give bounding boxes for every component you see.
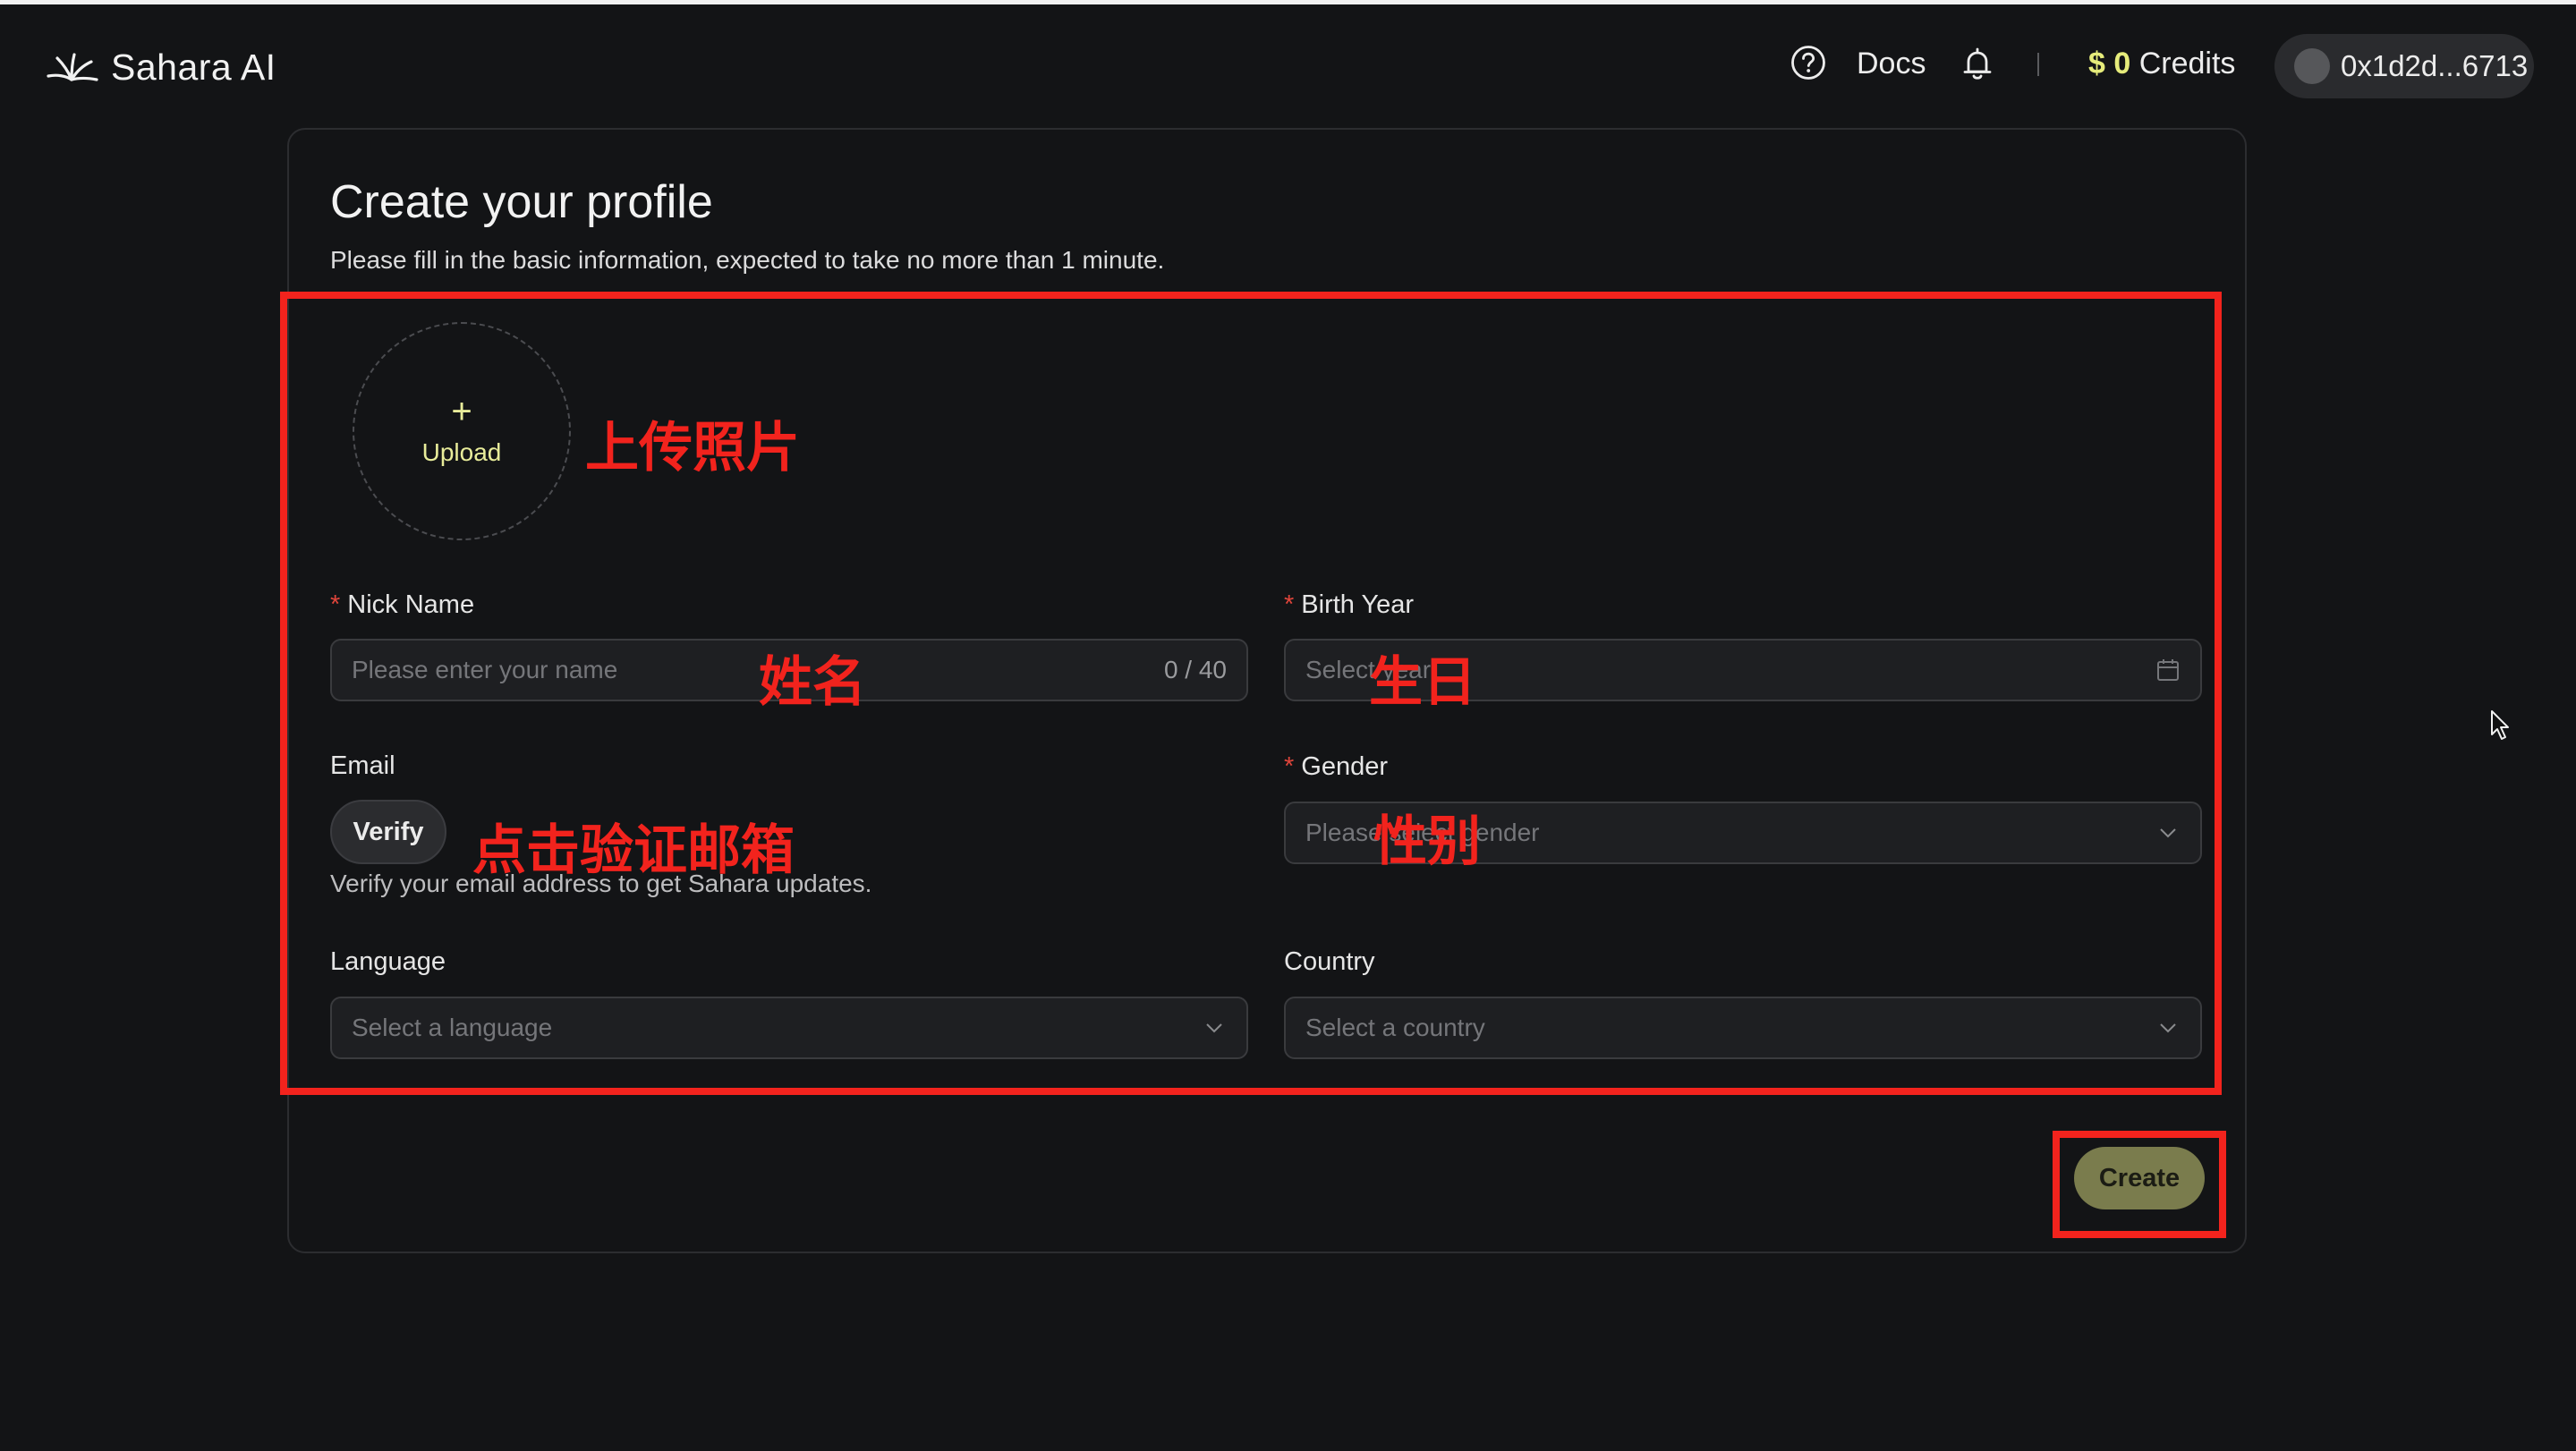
annotation-upload-photo: 上传照片 xyxy=(585,417,800,479)
brand-logo[interactable]: Sahara AI xyxy=(45,45,276,89)
annotation-verify-email: 点击验证邮箱 xyxy=(472,819,795,882)
annotation-name: 姓名 xyxy=(759,651,866,714)
header-divider xyxy=(2037,53,2039,76)
page-title: Create your profile xyxy=(330,176,713,228)
notification-bell-icon[interactable] xyxy=(1961,47,1994,81)
wallet-avatar xyxy=(2294,48,2330,84)
window-top-edge xyxy=(0,0,2576,4)
wallet-address: 0x1d2d...6713 xyxy=(2341,49,2529,82)
sahara-logo-icon xyxy=(47,53,98,81)
annotation-create-box xyxy=(2053,1131,2226,1238)
docs-link[interactable]: Docs xyxy=(1857,47,1926,81)
annotation-gender: 性别 xyxy=(1373,810,1481,873)
annotation-form-box xyxy=(280,292,2222,1095)
credits-label: Credits xyxy=(2130,47,2236,81)
brand-name: Sahara AI xyxy=(111,46,276,88)
page-subtitle: Please fill in the basic information, ex… xyxy=(330,246,1165,274)
credits-amount: $ 0 xyxy=(2088,47,2131,81)
annotation-birthday: 生日 xyxy=(1369,651,1476,714)
credits-display[interactable]: $ 0 Credits xyxy=(2088,47,2235,81)
help-icon[interactable] xyxy=(1790,45,1826,81)
mouse-cursor-icon xyxy=(2491,710,2509,740)
wallet-button[interactable]: 0x1d2d...6713 xyxy=(2274,34,2534,98)
